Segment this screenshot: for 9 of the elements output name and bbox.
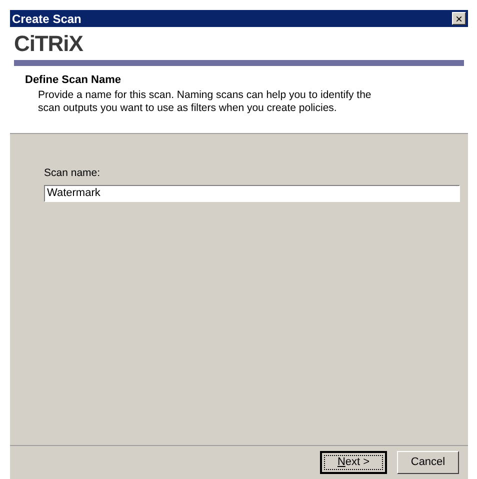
scan-name-field[interactable]: Watermark xyxy=(44,184,460,202)
page-heading: Define Scan Name xyxy=(25,73,122,88)
brand-logo: CiTRiX xyxy=(14,32,83,54)
window-title: Create Scan xyxy=(12,12,82,24)
wizard-button[interactable]: Cancel xyxy=(397,451,459,474)
close-button[interactable]: × xyxy=(452,12,466,25)
wizard-button[interactable]: Next > xyxy=(320,451,387,474)
page-description: Provide a name for this scan. Naming scans can help you to identify the scan outputs you want to use as filters when you create policies. xyxy=(37,88,372,114)
field-label: Scan name: xyxy=(44,167,102,180)
